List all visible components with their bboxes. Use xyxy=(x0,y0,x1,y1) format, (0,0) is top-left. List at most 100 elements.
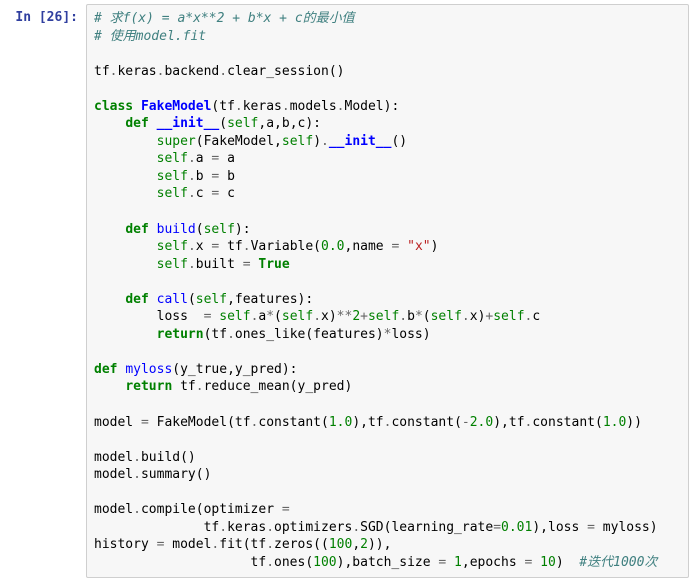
keyword: return xyxy=(125,379,172,394)
code-token: x xyxy=(196,239,212,254)
code-token: model xyxy=(94,502,133,517)
keyword: def xyxy=(125,222,148,237)
code-token: tf xyxy=(219,239,242,254)
code-token: b xyxy=(196,169,212,184)
code-cell: In [26]: # 求f(x) = a*x**2 + b*x + c的最小值 … xyxy=(0,0,695,582)
code-token: )), xyxy=(368,537,391,552)
code-token: model xyxy=(94,415,141,430)
code-token: = xyxy=(243,257,251,272)
code-editor[interactable]: # 求f(x) = a*x**2 + b*x + c的最小值 # 使用model… xyxy=(86,4,689,578)
number: 10 xyxy=(540,555,556,570)
code-token: self xyxy=(282,309,313,324)
code-token: . xyxy=(337,99,345,114)
number: 2 xyxy=(360,537,368,552)
comment-line: # 使用model.fit xyxy=(94,29,206,44)
code-token: self xyxy=(157,186,188,201)
code-token: x) xyxy=(321,309,337,324)
code-token: self xyxy=(227,116,258,131)
code-token: keras xyxy=(243,99,282,114)
func-name: __init__ xyxy=(329,134,392,149)
code-token: ,epochs xyxy=(462,555,525,570)
code-token xyxy=(446,555,454,570)
code-token: , xyxy=(274,134,282,149)
code-token: . xyxy=(188,257,196,272)
code-token: tf xyxy=(94,555,266,570)
code-token: + xyxy=(360,309,368,324)
code-token: fit(tf xyxy=(219,537,266,552)
code-token xyxy=(532,555,540,570)
code-token: model xyxy=(94,450,133,465)
code-token: b xyxy=(219,169,235,184)
code-token: , xyxy=(352,537,360,552)
code-token: = xyxy=(282,502,290,517)
code-token: self xyxy=(219,309,250,324)
code-token: loss xyxy=(157,309,204,324)
func-name: myloss xyxy=(125,362,172,377)
code-token: . xyxy=(219,64,227,79)
code-token: ),tf xyxy=(493,415,524,430)
code-token: self xyxy=(282,134,313,149)
code-token: ( xyxy=(196,134,204,149)
code-token: model xyxy=(164,537,211,552)
code-token: ** xyxy=(337,309,353,324)
code-token: = xyxy=(141,415,149,430)
keyword: True xyxy=(258,257,289,272)
code-token: ,name xyxy=(345,239,392,254)
code-token: = xyxy=(587,520,595,535)
code-token: backend xyxy=(164,64,219,79)
code-token: tf xyxy=(94,64,110,79)
code-token: ,a,b,c): xyxy=(258,116,321,131)
keyword: def xyxy=(125,116,148,131)
code-token: Variable( xyxy=(251,239,321,254)
code-token: . xyxy=(133,467,141,482)
code-token: . xyxy=(227,327,235,342)
code-token: self xyxy=(431,309,462,324)
comment-line: #迭代1000次 xyxy=(579,555,657,570)
code-token: c xyxy=(219,186,235,201)
code-token: ),tf xyxy=(352,415,383,430)
code-token: tf xyxy=(172,379,195,394)
code-token: c xyxy=(196,186,212,201)
code-token: . xyxy=(352,520,360,535)
code-token: self xyxy=(368,309,399,324)
code-token: ) xyxy=(431,239,439,254)
code-token: constant( xyxy=(258,415,328,430)
keyword: class xyxy=(94,99,133,114)
code-token: loss) xyxy=(391,327,430,342)
func-name: call xyxy=(157,292,188,307)
code-token: - xyxy=(462,415,470,430)
number: 2 xyxy=(352,309,360,324)
code-token: self xyxy=(157,239,188,254)
code-token: * xyxy=(415,309,423,324)
code-token: . xyxy=(266,537,274,552)
code-token: )) xyxy=(626,415,642,430)
string: "x" xyxy=(407,239,430,254)
code-token: . xyxy=(188,239,196,254)
code-token: . xyxy=(313,309,321,324)
keyword: def xyxy=(125,292,148,307)
code-token: ): xyxy=(235,222,251,237)
code-token: (y_true,y_pred): xyxy=(172,362,297,377)
code-token: clear_session xyxy=(227,64,329,79)
code-token: ones_like(features) xyxy=(235,327,384,342)
number: 2.0 xyxy=(470,415,493,430)
code-token: = xyxy=(493,520,501,535)
code-token: . xyxy=(282,99,290,114)
code-token: Model xyxy=(345,99,384,114)
builtin: super xyxy=(157,134,196,149)
code-token: b xyxy=(407,309,415,324)
code-token: ( xyxy=(196,222,204,237)
code-token: constant( xyxy=(391,415,461,430)
code-token: . xyxy=(266,520,274,535)
code-token: () xyxy=(391,134,407,149)
code-token: . xyxy=(219,520,227,535)
code-token: . xyxy=(243,239,251,254)
code-token: . xyxy=(188,151,196,166)
code-token: self xyxy=(493,309,524,324)
code-token: . xyxy=(196,379,204,394)
code-token: () xyxy=(329,64,345,79)
code-token: . xyxy=(133,450,141,465)
code-token: ones( xyxy=(274,555,313,570)
code-token: * xyxy=(266,309,274,324)
number: 0.0 xyxy=(321,239,344,254)
